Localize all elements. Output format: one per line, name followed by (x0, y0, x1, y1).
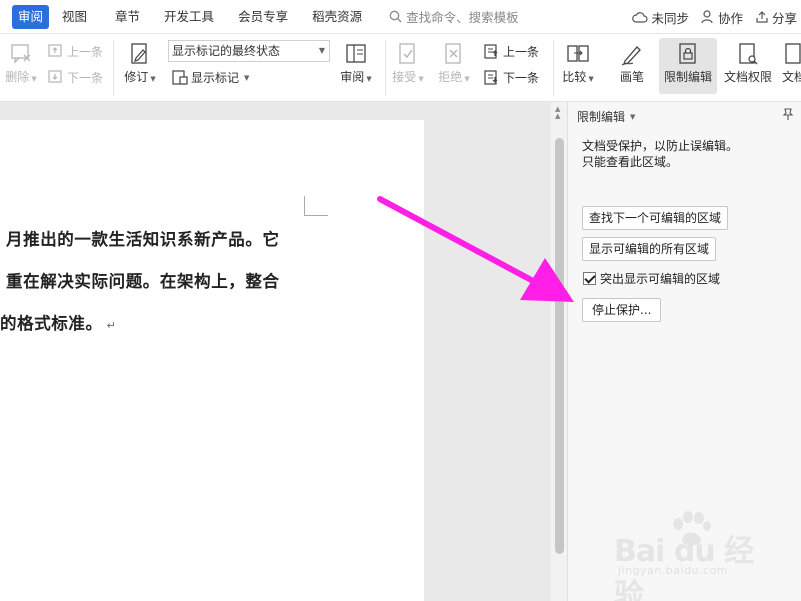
watermark-url: jingyan.baidu.com (618, 564, 729, 577)
tab-view[interactable]: 视图 (55, 5, 94, 29)
search-icon (389, 10, 402, 23)
show-markup-button[interactable]: 显示标记 ▼ (172, 69, 249, 86)
command-search[interactable]: 查找命令、搜索模板 (389, 7, 519, 26)
restrict-editing-button[interactable]: 限制编辑 (659, 38, 717, 94)
stop-protection-button[interactable]: 停止保护... (582, 298, 662, 322)
revise-label: 修订 (124, 70, 149, 84)
document-permission-button[interactable]: 文档权限 (722, 40, 774, 85)
doc-permission-label: 文档权限 (723, 70, 772, 84)
cloud-icon (632, 11, 648, 23)
highlight-label: 突出显示可编辑的区域 (600, 272, 721, 286)
user-add-icon (701, 10, 713, 24)
document-icon (785, 43, 801, 64)
sync-status[interactable]: 未同步 (632, 8, 689, 27)
next-change-icon (484, 69, 498, 85)
compare-button[interactable]: 比较 ▼ (558, 40, 598, 85)
track-changes-button[interactable]: 修订 ▼ (120, 40, 160, 85)
protection-info: 文档受保护，以防止误编辑。 只能查看此区域。 (582, 138, 738, 170)
protection-info-line-2: 只能查看此区域。 (582, 155, 679, 169)
delete-comment-button[interactable]: 删除 ▼ (4, 40, 38, 85)
share-label: 分享 (771, 10, 797, 26)
prev-change-label: 上一条 (503, 45, 540, 59)
collab-label: 协作 (717, 10, 743, 26)
reject-label: 拒绝 (438, 70, 463, 84)
document-more-button[interactable]: 文档 (779, 40, 801, 85)
ribbon-separator (553, 40, 554, 96)
pane-title[interactable]: 限制编辑 ▼ (577, 108, 635, 125)
pane-title-label: 限制编辑 (577, 110, 626, 124)
ribbon-toolbar: 删除 ▼ 上一条 下一条 修订 ▼ 显示标记的最终状态 ▼ 显示标记 ▼ 审阅 ▼ 接受… (0, 34, 801, 102)
share-icon (756, 11, 768, 23)
delete-label: 删除 (5, 70, 30, 84)
prev-change-icon (484, 43, 498, 59)
next-comment-label: 下一条 (67, 71, 104, 85)
compare-label: 比较 (562, 70, 587, 84)
document-line-3: 的格式标准。 (0, 314, 103, 333)
accept-label: 接受 (392, 70, 417, 84)
collaborate-button[interactable]: 协作 (701, 8, 743, 27)
find-next-editable-button[interactable]: 查找下一个可编辑的区域 (582, 206, 729, 230)
protection-info-line-1: 文档受保护，以防止误编辑。 (582, 139, 739, 153)
prev-comment-button[interactable]: 上一条 (48, 43, 103, 60)
vertical-scrollbar[interactable]: ▲ ▲ (551, 102, 567, 601)
revise-icon (131, 43, 147, 64)
show-markup-label: 显示标记 (191, 71, 240, 85)
markup-mode-select[interactable]: 显示标记的最终状态 ▼ (168, 40, 330, 62)
reject-change-button[interactable]: 拒绝 ▼ (436, 40, 472, 85)
markup-mode-value: 显示标记的最终状态 (172, 44, 281, 58)
restrict-edit-label: 限制编辑 (663, 70, 712, 84)
tab-section[interactable]: 章节 (108, 5, 147, 29)
compare-icon (567, 45, 589, 62)
unsync-label: 未同步 (651, 10, 689, 26)
baidu-jingyan-watermark: Bai du 经验 jingyan.baidu.com (612, 510, 762, 601)
highlight-checkbox[interactable] (583, 272, 596, 285)
ribbon-separator (385, 40, 386, 96)
ink-label: 画笔 (619, 70, 644, 84)
accept-icon (399, 43, 415, 64)
document-permission-icon (739, 43, 758, 65)
prev-change-button[interactable]: 上一条 (484, 43, 539, 60)
review-label: 审阅 (340, 70, 365, 84)
scrollbar-thumb[interactable] (555, 138, 564, 554)
prev-comment-icon (48, 43, 62, 57)
review-pane-icon (346, 44, 366, 63)
page-corner-mark (304, 196, 328, 216)
document-area: 月推出的一款生活知识系新产品。它 重在解决实际问题。在架构上，整合 的格式标准。… (0, 102, 551, 601)
delete-comment-icon (11, 44, 31, 64)
menu-bar: 审阅 视图 章节 开发工具 会员专享 稻壳资源 查找命令、搜索模板 未同步 协作… (0, 0, 801, 34)
share-button[interactable]: 分享 (755, 8, 797, 27)
chevron-down-icon: ▼ (318, 46, 325, 55)
search-label: 查找命令、搜索模板 (406, 10, 519, 25)
next-change-label: 下一条 (503, 71, 540, 85)
pen-icon (621, 46, 641, 66)
next-comment-icon (48, 69, 62, 83)
tab-developer[interactable]: 开发工具 (157, 5, 221, 29)
chevron-down-icon: ▼ (630, 112, 636, 121)
tab-docer-resources[interactable]: 稻壳资源 (305, 5, 369, 29)
reject-icon (445, 43, 461, 64)
show-all-editable-button[interactable]: 显示可编辑的所有区域 (582, 237, 717, 261)
tab-member[interactable]: 会员专享 (231, 5, 295, 29)
lock-document-icon (679, 43, 696, 64)
paragraph-mark: ↵ (106, 319, 117, 332)
ribbon-separator (113, 40, 114, 96)
ink-button[interactable]: 画笔 (612, 40, 652, 85)
next-comment-button[interactable]: 下一条 (48, 69, 103, 86)
document-line-1: 月推出的一款生活知识系新产品。它 (6, 230, 280, 249)
show-markup-icon (172, 69, 188, 85)
highlight-editable-checkbox-row[interactable]: 突出显示可编辑的区域 (583, 270, 720, 287)
doc-more-label: 文档 (781, 70, 801, 84)
pin-icon[interactable] (781, 107, 795, 121)
tab-review[interactable]: 审阅 (12, 4, 50, 29)
prev-comment-label: 上一条 (67, 45, 104, 59)
scroll-up-icon[interactable]: ▲ ▲ (555, 106, 560, 120)
document-line-2: 重在解决实际问题。在架构上，整合 (6, 272, 280, 291)
document-page[interactable]: 月推出的一款生活知识系新产品。它 重在解决实际问题。在架构上，整合 的格式标准。… (0, 120, 424, 601)
next-change-button[interactable]: 下一条 (484, 69, 539, 86)
review-pane-button[interactable]: 审阅 ▼ (336, 40, 376, 85)
accept-change-button[interactable]: 接受 ▼ (390, 40, 426, 85)
